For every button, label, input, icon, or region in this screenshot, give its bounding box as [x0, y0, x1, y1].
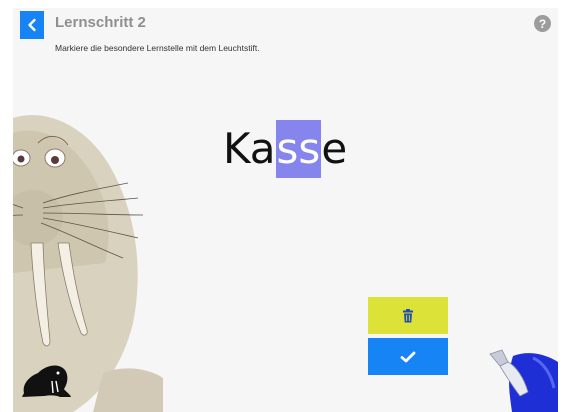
- question-icon: ?: [538, 16, 547, 31]
- page-title: Lernschritt 2: [55, 14, 146, 31]
- trash-icon: [403, 308, 413, 322]
- confirm-button[interactable]: [368, 338, 448, 375]
- check-icon: [400, 351, 416, 362]
- practice-word: Ka ss e: [223, 120, 347, 178]
- word-suffix[interactable]: e: [321, 120, 347, 178]
- chevron-left-icon: [28, 18, 36, 32]
- instruction-text: Markiere die besondere Lernstelle mit de…: [55, 43, 260, 53]
- walrus-logo-icon: [22, 365, 71, 397]
- word-highlighted-part[interactable]: ss: [275, 120, 322, 178]
- word-prefix[interactable]: Ka: [223, 120, 276, 178]
- help-button[interactable]: ?: [534, 15, 551, 32]
- highlighter-marker-icon[interactable]: [488, 348, 558, 412]
- app-screen: Lernschritt 2 Markiere die besondere Ler…: [13, 8, 558, 412]
- back-button[interactable]: [20, 11, 44, 39]
- delete-button[interactable]: [368, 297, 448, 334]
